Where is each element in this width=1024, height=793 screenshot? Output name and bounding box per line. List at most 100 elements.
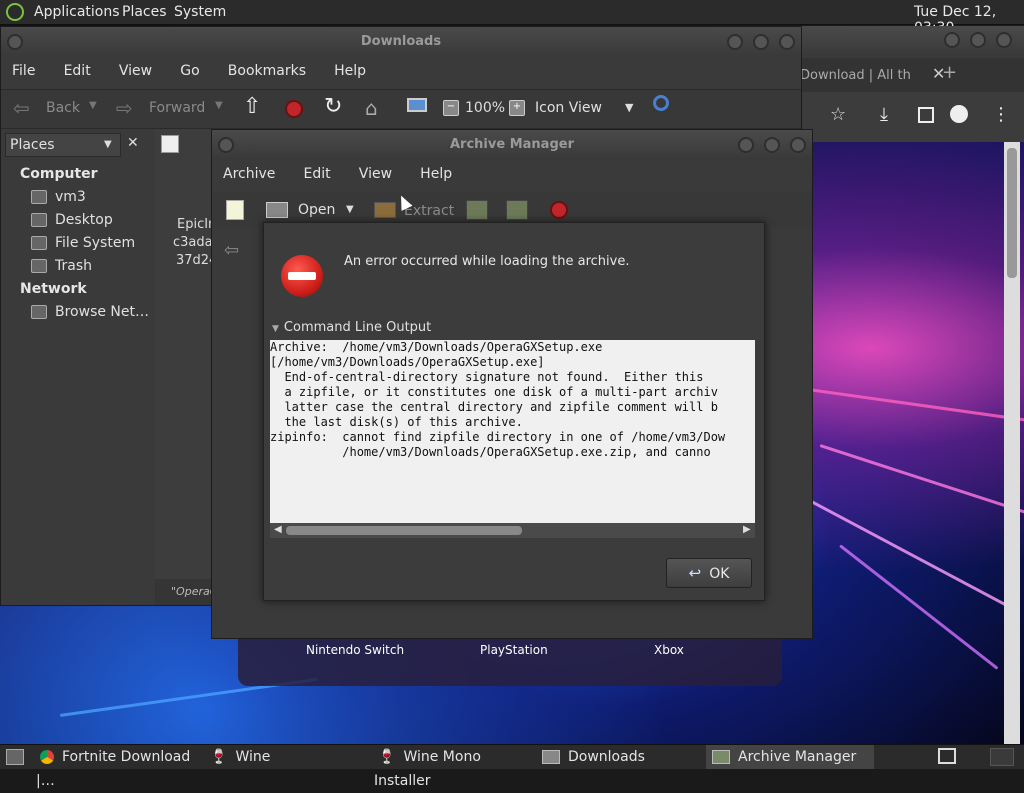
zoom-out-icon[interactable]: − <box>443 100 459 116</box>
menu-places[interactable]: Places <box>122 4 167 20</box>
edit-location-icon[interactable] <box>161 135 179 153</box>
output-line: Archive: /home/vm3/Downloads/OperaGXSetu… <box>270 340 603 354</box>
back-arrow-icon[interactable]: ⇦ <box>13 96 30 120</box>
stop-icon[interactable] <box>550 201 568 219</box>
taskbar-item-wine[interactable]: 🍷 Wine <box>206 745 366 769</box>
open-folder-icon[interactable] <box>266 202 288 218</box>
window-menu-button[interactable] <box>218 137 234 153</box>
minimize-button[interactable] <box>944 32 960 48</box>
back-button[interactable]: Back <box>46 100 80 116</box>
command-output-expander[interactable]: ▼ Command Line Output <box>272 320 431 335</box>
forward-arrow-icon[interactable]: ⇨ <box>116 96 133 120</box>
file-area: EpicIn c3adac 37d24 <box>155 129 220 579</box>
scrollbar-thumb[interactable] <box>286 526 522 535</box>
reload-icon[interactable]: ↻ <box>324 94 342 119</box>
taskbar-item-fortnite[interactable]: Fortnite Download |… <box>36 745 202 789</box>
sidebar-header-computer: Computer <box>20 166 98 182</box>
sidebar-item-browse-network[interactable]: Browse Net… <box>31 304 149 320</box>
maximize-button[interactable] <box>970 32 986 48</box>
forward-button[interactable]: Forward <box>149 100 205 116</box>
wallpaper-streak <box>819 444 1024 515</box>
extract-icon[interactable] <box>374 202 396 218</box>
close-button[interactable] <box>779 34 795 50</box>
horizontal-scrollbar[interactable]: ◀ ▶ <box>270 523 755 538</box>
browser-scrollbar[interactable] <box>1004 142 1020 744</box>
workspace-switcher-icon[interactable] <box>938 748 956 764</box>
menu-archive[interactable]: Archive <box>223 166 275 182</box>
browser-tab[interactable]: Download | All th <box>800 68 911 83</box>
profile-icon[interactable] <box>950 105 968 123</box>
stop-icon[interactable] <box>285 100 303 118</box>
close-sidebar-icon[interactable]: ✕ <box>127 135 139 151</box>
add-files-icon[interactable] <box>466 200 488 220</box>
link-xbox[interactable]: Xbox <box>654 643 684 657</box>
sidebar-item-file-system[interactable]: File System <box>31 235 135 251</box>
maximize-button[interactable] <box>753 34 769 50</box>
command-output-text[interactable]: Archive: /home/vm3/Downloads/OperaGXSetu… <box>270 340 755 523</box>
workspace-2-icon[interactable] <box>990 748 1014 766</box>
computer-icon[interactable] <box>407 98 427 112</box>
ok-button-label: OK <box>709 566 730 582</box>
menu-applications[interactable]: Applications <box>34 4 120 20</box>
menu-view[interactable]: View <box>119 63 152 79</box>
home-icon[interactable]: ⌂ <box>365 96 378 120</box>
menu-help[interactable]: Help <box>420 166 452 182</box>
sidebar-item-label: Browse Net… <box>55 304 150 320</box>
sidebar-item-desktop[interactable]: Desktop <box>31 212 113 228</box>
drive-icon <box>31 236 47 250</box>
more-menu-icon[interactable]: ⋮ <box>992 104 1010 125</box>
taskbar-item-archive-manager[interactable]: Archive Manager <box>706 745 874 769</box>
maximize-button[interactable] <box>764 137 780 153</box>
link-playstation[interactable]: PlayStation <box>480 643 548 657</box>
side-panel-icon[interactable] <box>918 107 934 123</box>
close-button[interactable] <box>790 137 806 153</box>
menu-edit[interactable]: Edit <box>64 63 91 79</box>
file-manager-titlebar[interactable]: Downloads <box>1 27 801 57</box>
download-icon[interactable]: ⤓ <box>880 104 888 125</box>
search-icon[interactable] <box>653 95 669 111</box>
view-mode-select[interactable]: Icon View <box>535 100 602 116</box>
add-folder-icon[interactable] <box>506 200 528 220</box>
taskbar-item-label: Archive Manager <box>738 749 857 765</box>
close-button[interactable] <box>996 32 1012 48</box>
menu-system[interactable]: System <box>174 4 226 20</box>
wine-glass-icon: 🍷 <box>378 749 396 765</box>
menu-edit[interactable]: Edit <box>304 166 331 182</box>
forward-dropdown-icon[interactable]: ▼ <box>215 100 223 111</box>
sidebar-item-label: Desktop <box>55 212 113 228</box>
sidebar-item-vm3[interactable]: vm3 <box>31 189 86 205</box>
new-archive-icon[interactable] <box>226 200 244 220</box>
browser-window: Download | All th ✕ + ☆ ⤓ ⋮ <box>800 26 1024 142</box>
view-mode-dropdown-icon[interactable]: ▼ <box>625 101 633 114</box>
menu-go[interactable]: Go <box>180 63 199 79</box>
archive-manager-titlebar[interactable]: Archive Manager <box>212 130 812 160</box>
ok-button[interactable]: ↩ OK <box>666 558 752 588</box>
trash-icon <box>31 259 47 273</box>
taskbar-item-downloads[interactable]: Downloads <box>538 745 698 769</box>
bookmark-star-icon[interactable]: ☆ <box>830 104 846 125</box>
back-arrow-icon[interactable]: ⇦ <box>224 240 239 261</box>
scrollbar-thumb[interactable] <box>1007 148 1017 278</box>
menu-help[interactable]: Help <box>334 63 366 79</box>
menu-bookmarks[interactable]: Bookmarks <box>228 63 306 79</box>
taskbar-item-wine-mono[interactable]: 🍷 Wine Mono Installer <box>374 745 534 789</box>
scroll-right-icon[interactable]: ▶ <box>743 524 751 535</box>
sidebar-item-trash[interactable]: Trash <box>31 258 92 274</box>
minimize-button[interactable] <box>738 137 754 153</box>
sidebar-selector[interactable]: Places ▼ <box>5 133 121 157</box>
up-arrow-icon[interactable]: ⇧ <box>243 94 261 119</box>
show-desktop-icon[interactable] <box>6 749 24 765</box>
open-dropdown-icon[interactable]: ▼ <box>346 204 354 215</box>
back-dropdown-icon[interactable]: ▼ <box>89 100 97 111</box>
new-tab-button[interactable]: + <box>942 62 957 83</box>
distro-logo-icon[interactable] <box>6 3 24 21</box>
open-button[interactable]: Open <box>298 202 335 218</box>
window-menu-button[interactable] <box>7 34 23 50</box>
scroll-left-icon[interactable]: ◀ <box>274 524 282 535</box>
zoom-in-icon[interactable]: + <box>509 100 525 116</box>
menu-file[interactable]: File <box>12 63 35 79</box>
link-nintendo-switch[interactable]: Nintendo Switch <box>306 643 404 657</box>
menu-view[interactable]: View <box>359 166 392 182</box>
window-title: Downloads <box>360 34 442 49</box>
minimize-button[interactable] <box>727 34 743 50</box>
